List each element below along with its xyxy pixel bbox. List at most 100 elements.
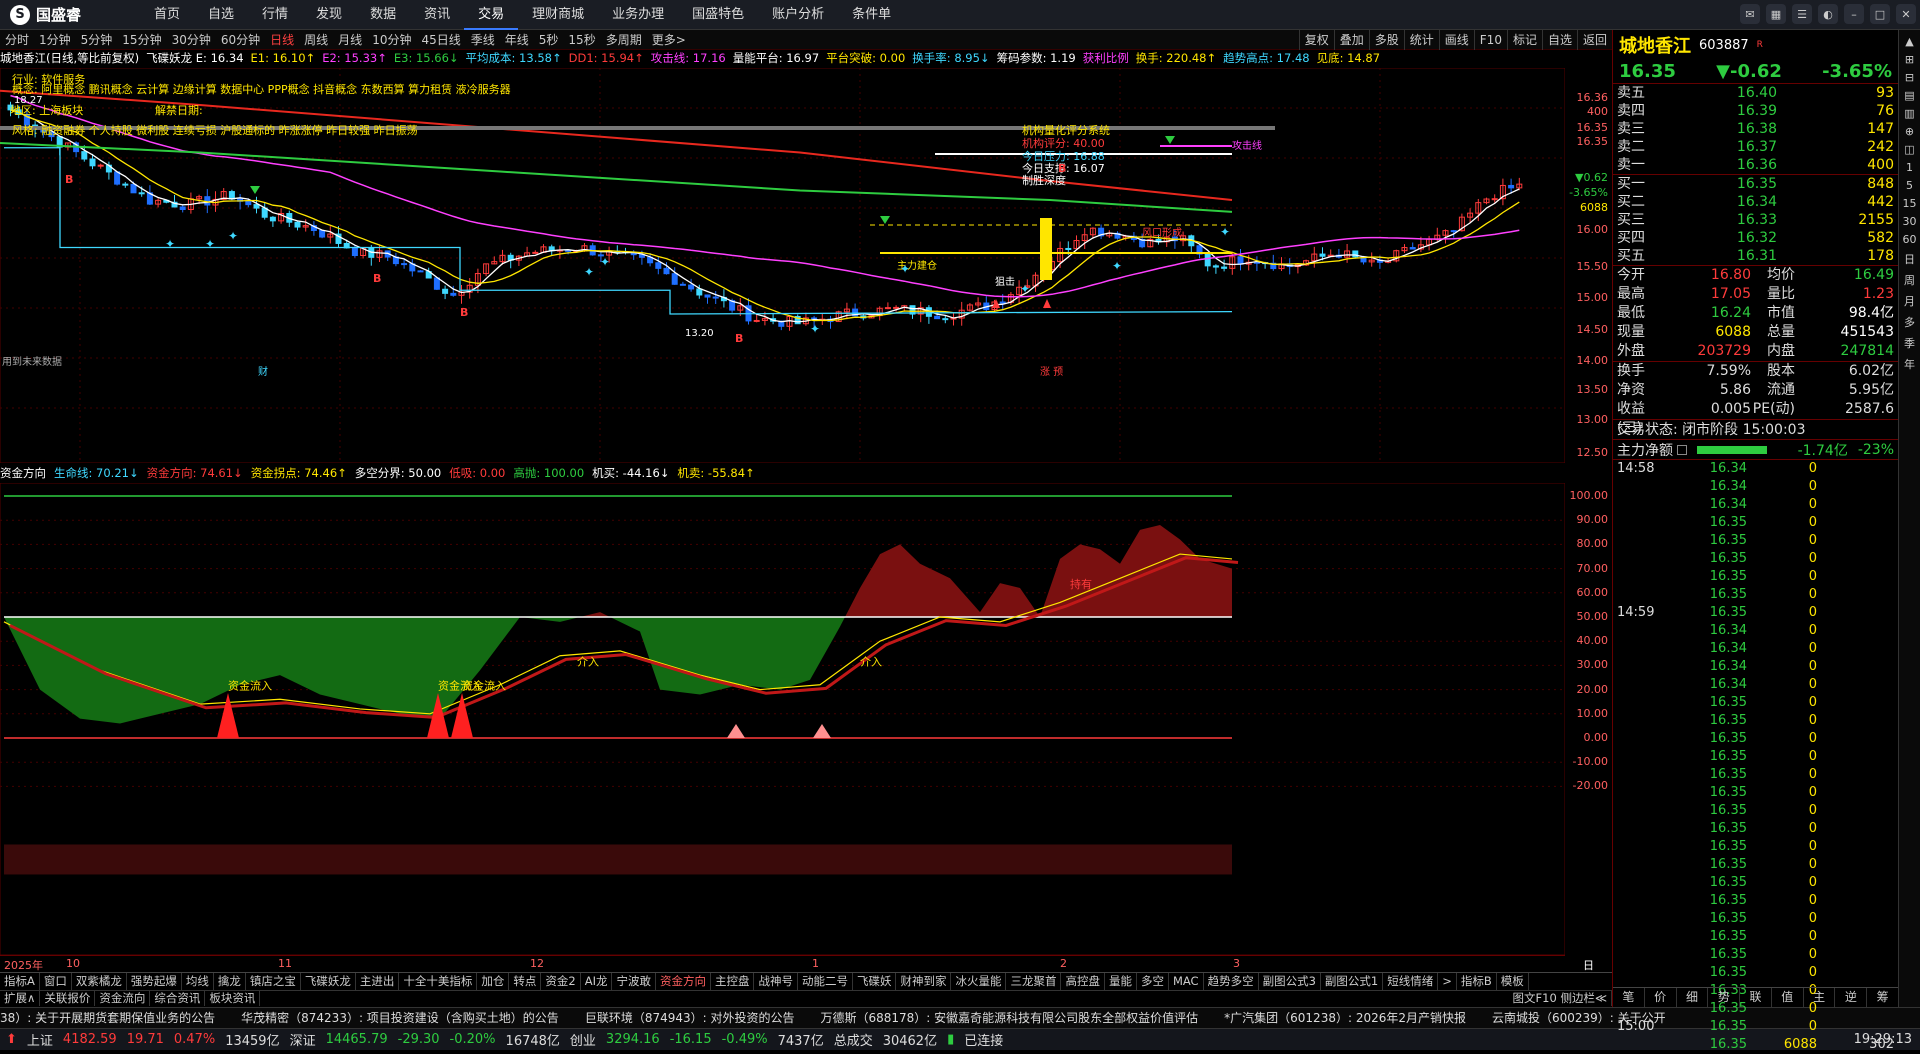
news-item[interactable]: 38）: 关于开展期货套期保值业务的公告 — [0, 1011, 215, 1025]
nav-item[interactable]: 理财商城 — [518, 0, 598, 30]
sidebar-item[interactable]: 周 — [1904, 272, 1915, 288]
toolbar-button[interactable]: 自选 — [1541, 30, 1577, 50]
sidebar-item[interactable]: ⊟ — [1905, 71, 1914, 84]
indicator-tab[interactable]: 擒龙 — [214, 973, 246, 990]
indicator-tab[interactable]: 均线 — [182, 973, 214, 990]
period-tab[interactable]: 60分钟 — [216, 31, 265, 48]
indicator-tab[interactable]: 指标A — [0, 973, 40, 990]
indicator-tab[interactable]: 趋势多空 — [1204, 973, 1259, 990]
indicator-tab[interactable]: 双紫橘龙 — [72, 973, 127, 990]
indicator-tab[interactable]: > — [1438, 973, 1457, 990]
period-tab[interactable]: 多周期 — [601, 31, 647, 48]
news-item[interactable]: *广汽集团（601238）: 2026年2月产销快报 — [1224, 1011, 1466, 1025]
toolbar-button[interactable]: 画线 — [1438, 30, 1474, 50]
period-tab[interactable]: 年线 — [500, 31, 534, 48]
period-tab[interactable]: 10分钟 — [367, 31, 416, 48]
panel-tab[interactable]: 主 — [1804, 988, 1836, 1007]
sidebar-item[interactable]: 季 — [1904, 335, 1915, 351]
period-tab[interactable]: 1分钟 — [34, 31, 76, 48]
order-row[interactable]: 买四 16.32 582 — [1613, 229, 1898, 247]
maximize-icon[interactable]: □ — [1870, 4, 1890, 24]
indicator-tab[interactable]: 十全十美指标 — [399, 973, 478, 990]
toolbar-button[interactable]: 叠加 — [1333, 30, 1369, 50]
sidebar-item[interactable]: ⊕ — [1905, 125, 1914, 138]
nav-item[interactable]: 交易 — [464, 0, 519, 30]
expand-icon[interactable] — [1677, 444, 1687, 455]
sidebar-item[interactable]: 30 — [1903, 215, 1917, 228]
indicator-tab[interactable]: 冰火量能 — [951, 973, 1007, 990]
tick-list[interactable]: 14:58 16.34 0 16.34 0 16.34 0 16.35 0 16.35 0 16.35… — [1613, 460, 1898, 1054]
bottom-tab[interactable]: 资金流向 — [95, 991, 151, 1006]
sidebar-item[interactable]: ▲ — [1905, 35, 1913, 48]
indicator-tab[interactable]: 主进出 — [356, 973, 400, 990]
period-tab[interactable]: 30分钟 — [167, 31, 216, 48]
order-row[interactable]: 买二 16.34 442 — [1613, 193, 1898, 211]
indicator-tab[interactable]: 量能 — [1105, 973, 1137, 990]
indicator-tab[interactable]: AI龙 — [581, 973, 613, 990]
period-tab[interactable]: 45日线 — [416, 31, 465, 48]
panel-tab[interactable]: 筹 — [1867, 988, 1900, 1007]
bottom-tab[interactable]: 板块资讯 — [205, 991, 261, 1006]
period-tab[interactable]: 周线 — [299, 31, 333, 48]
indicator-tab[interactable]: 财神到家 — [896, 973, 952, 990]
bottom-tab[interactable]: 综合资讯 — [150, 991, 206, 1006]
nav-item[interactable]: 国盛特色 — [678, 0, 758, 30]
period-tab[interactable]: 季线 — [466, 31, 500, 48]
order-row[interactable]: 买五 16.31 178 — [1613, 247, 1898, 265]
indicator-tab[interactable]: 三龙聚首 — [1006, 973, 1062, 990]
sidebar-item[interactable]: 5 — [1906, 179, 1913, 192]
indicator-chart[interactable]: 资金流入 资金流入资金流入介入 介入持有 — [0, 483, 1565, 955]
nav-item[interactable]: 发现 — [302, 0, 356, 30]
nav-item[interactable]: 首页 — [140, 0, 194, 30]
panel-tab[interactable]: 逆 — [1835, 988, 1868, 1007]
bottom-tab[interactable]: 关联报价 — [40, 991, 96, 1006]
sidebar-item[interactable]: 年 — [1904, 356, 1915, 372]
indicator-tab[interactable]: 副图公式3 — [1259, 973, 1321, 990]
indicator-tab[interactable]: 加仓 — [477, 973, 510, 990]
sidebar-item[interactable]: ▥ — [1904, 107, 1914, 120]
toolbar-button[interactable]: 多股 — [1368, 30, 1404, 50]
sz-label[interactable]: 深证 — [290, 1030, 316, 1049]
close-icon[interactable]: ✕ — [1896, 4, 1916, 24]
kline-chart[interactable]: 行业: 软件服务概念: 阿里概念 鹏讯概念 云计算 边缘计算 数据中心 PPP概… — [0, 68, 1565, 463]
panel-tab[interactable]: 细 — [1677, 988, 1709, 1007]
indicator-tab[interactable]: 转点 — [509, 973, 542, 990]
toolbar-button[interactable]: 返回 — [1576, 30, 1612, 50]
panel-tab[interactable]: 值 — [1772, 988, 1804, 1007]
grid-icon[interactable]: ▦ — [1766, 4, 1786, 24]
indicator-tab[interactable]: 宁波敢 — [612, 973, 656, 990]
indicator-tab[interactable]: 资金方向 — [656, 973, 711, 990]
period-tab[interactable]: 分时 — [0, 31, 34, 48]
nav-item[interactable]: 数据 — [356, 0, 410, 30]
indicator-tab[interactable]: 高控盘 — [1061, 973, 1105, 990]
period-tab[interactable]: 更多> — [647, 31, 691, 48]
order-row[interactable]: 卖二 16.37 242 — [1613, 138, 1898, 156]
skin-icon[interactable]: ◐ — [1818, 4, 1838, 24]
order-row[interactable]: 卖五 16.40 93 — [1613, 84, 1898, 102]
indicator-tab[interactable]: 多空 — [1137, 973, 1169, 990]
side-toggle[interactable]: 图文F10 侧边栏≪ — [1509, 991, 1612, 1006]
order-row[interactable]: 卖一 16.36 400 — [1613, 156, 1898, 174]
sidebar-item[interactable]: 日 — [1904, 251, 1915, 267]
indicator-tab[interactable]: 主控盘 — [711, 973, 755, 990]
panel-tab[interactable]: 价 — [1645, 988, 1677, 1007]
sidebar-item[interactable]: ▤ — [1904, 89, 1914, 102]
toolbar-button[interactable]: 统计 — [1403, 30, 1439, 50]
cy-label[interactable]: 创业 — [570, 1030, 596, 1049]
panel-tab[interactable]: 笔 — [1613, 988, 1645, 1007]
period-tab[interactable]: 5分钟 — [76, 31, 118, 48]
period-tab[interactable]: 月线 — [333, 31, 367, 48]
indicator-tab[interactable]: 指标B — [1457, 973, 1497, 990]
nav-item[interactable]: 业务办理 — [598, 0, 678, 30]
order-row[interactable]: 买三 16.33 2155 — [1613, 211, 1898, 229]
period-tab[interactable]: 15分钟 — [117, 31, 166, 48]
minimize-icon[interactable]: – — [1844, 4, 1864, 24]
period-tab[interactable]: 15秒 — [563, 31, 600, 48]
panel-tab[interactable]: 联 — [1740, 988, 1772, 1007]
sidebar-item[interactable]: 15 — [1903, 197, 1917, 210]
news-item[interactable]: 万德斯（688178）: 安徽嘉奇能源科技有限公司股东全部权益价值评估 — [820, 1011, 1198, 1025]
indicator-tab[interactable]: 资金2 — [541, 973, 581, 990]
sidebar-item[interactable]: 多 — [1904, 314, 1915, 330]
panel-tab[interactable]: 势 — [1708, 988, 1741, 1007]
sidebar-item[interactable]: ⊞ — [1905, 53, 1914, 66]
